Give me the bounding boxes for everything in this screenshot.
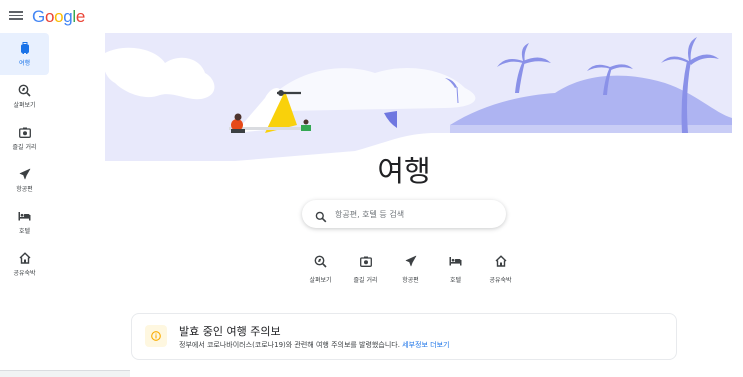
top-bar: Google [0, 0, 743, 34]
travel-advisory-card: 발효 중인 여행 주의보 정부에서 코로나바이러스(코로나19)와 관련해 여행… [131, 313, 677, 360]
explore-icon [18, 83, 32, 97]
advisory-title: 발효 중인 여행 주의보 [179, 325, 281, 338]
home-icon [494, 254, 508, 268]
sidebar-item-label: 공유숙박 [13, 270, 36, 277]
camera-icon [18, 125, 32, 139]
quick-link-label: 호텔 [449, 277, 462, 284]
home-icon [18, 251, 32, 265]
quick-link-things-to-do[interactable]: 즐길 거리 [343, 254, 388, 284]
page-title: 여행 [377, 154, 431, 188]
search-icon [315, 208, 327, 223]
airplane-icon [404, 254, 418, 268]
sidebar-item-hotels[interactable]: 호텔 [0, 201, 49, 243]
advisory-details-link[interactable]: 세부정보 더보기 [402, 341, 449, 349]
browser-status-bar [0, 370, 130, 377]
quick-link-label: 공유숙박 [489, 277, 512, 284]
quick-link-explore[interactable]: 살펴보기 [298, 254, 343, 284]
quick-link-label: 즐길 거리 [353, 277, 378, 284]
sidebar-item-label: 살펴보기 [13, 102, 36, 109]
camera-icon [359, 254, 373, 268]
sidebar-item-label: 여행 [18, 60, 31, 67]
info-icon [145, 325, 167, 347]
suitcase-icon [18, 41, 32, 55]
sidebar-item-travel[interactable]: 여행 [0, 33, 49, 75]
quick-links: 살펴보기 즐길 거리 항공편 호텔 공유숙박 [298, 254, 523, 284]
hero-illustration [105, 33, 732, 161]
bed-icon [18, 209, 32, 223]
sidebar-item-label: 호텔 [18, 228, 31, 235]
search-input[interactable] [335, 209, 495, 219]
advisory-body: 정부에서 코로나바이러스(코로나19)와 관련해 여행 주의보를 발령했습니다.… [179, 340, 449, 350]
google-logo[interactable]: Google [32, 7, 85, 27]
quick-link-flights[interactable]: 항공편 [388, 254, 433, 284]
advisory-text: 정부에서 코로나바이러스(코로나19)와 관련해 여행 주의보를 발령했습니다. [179, 341, 400, 349]
sidebar-item-vacation-rentals[interactable]: 공유숙박 [0, 243, 49, 285]
explore-icon [314, 254, 328, 268]
menu-icon [9, 11, 23, 13]
quick-link-vacation-rentals[interactable]: 공유숙박 [478, 254, 523, 284]
search-box[interactable] [302, 200, 506, 228]
sidebar-item-explore[interactable]: 살펴보기 [0, 75, 49, 117]
quick-link-hotels[interactable]: 호텔 [433, 254, 478, 284]
quick-link-label: 살펴보기 [309, 277, 332, 284]
bed-icon [449, 254, 463, 268]
menu-button[interactable] [9, 9, 23, 23]
quick-link-label: 항공편 [402, 277, 419, 284]
